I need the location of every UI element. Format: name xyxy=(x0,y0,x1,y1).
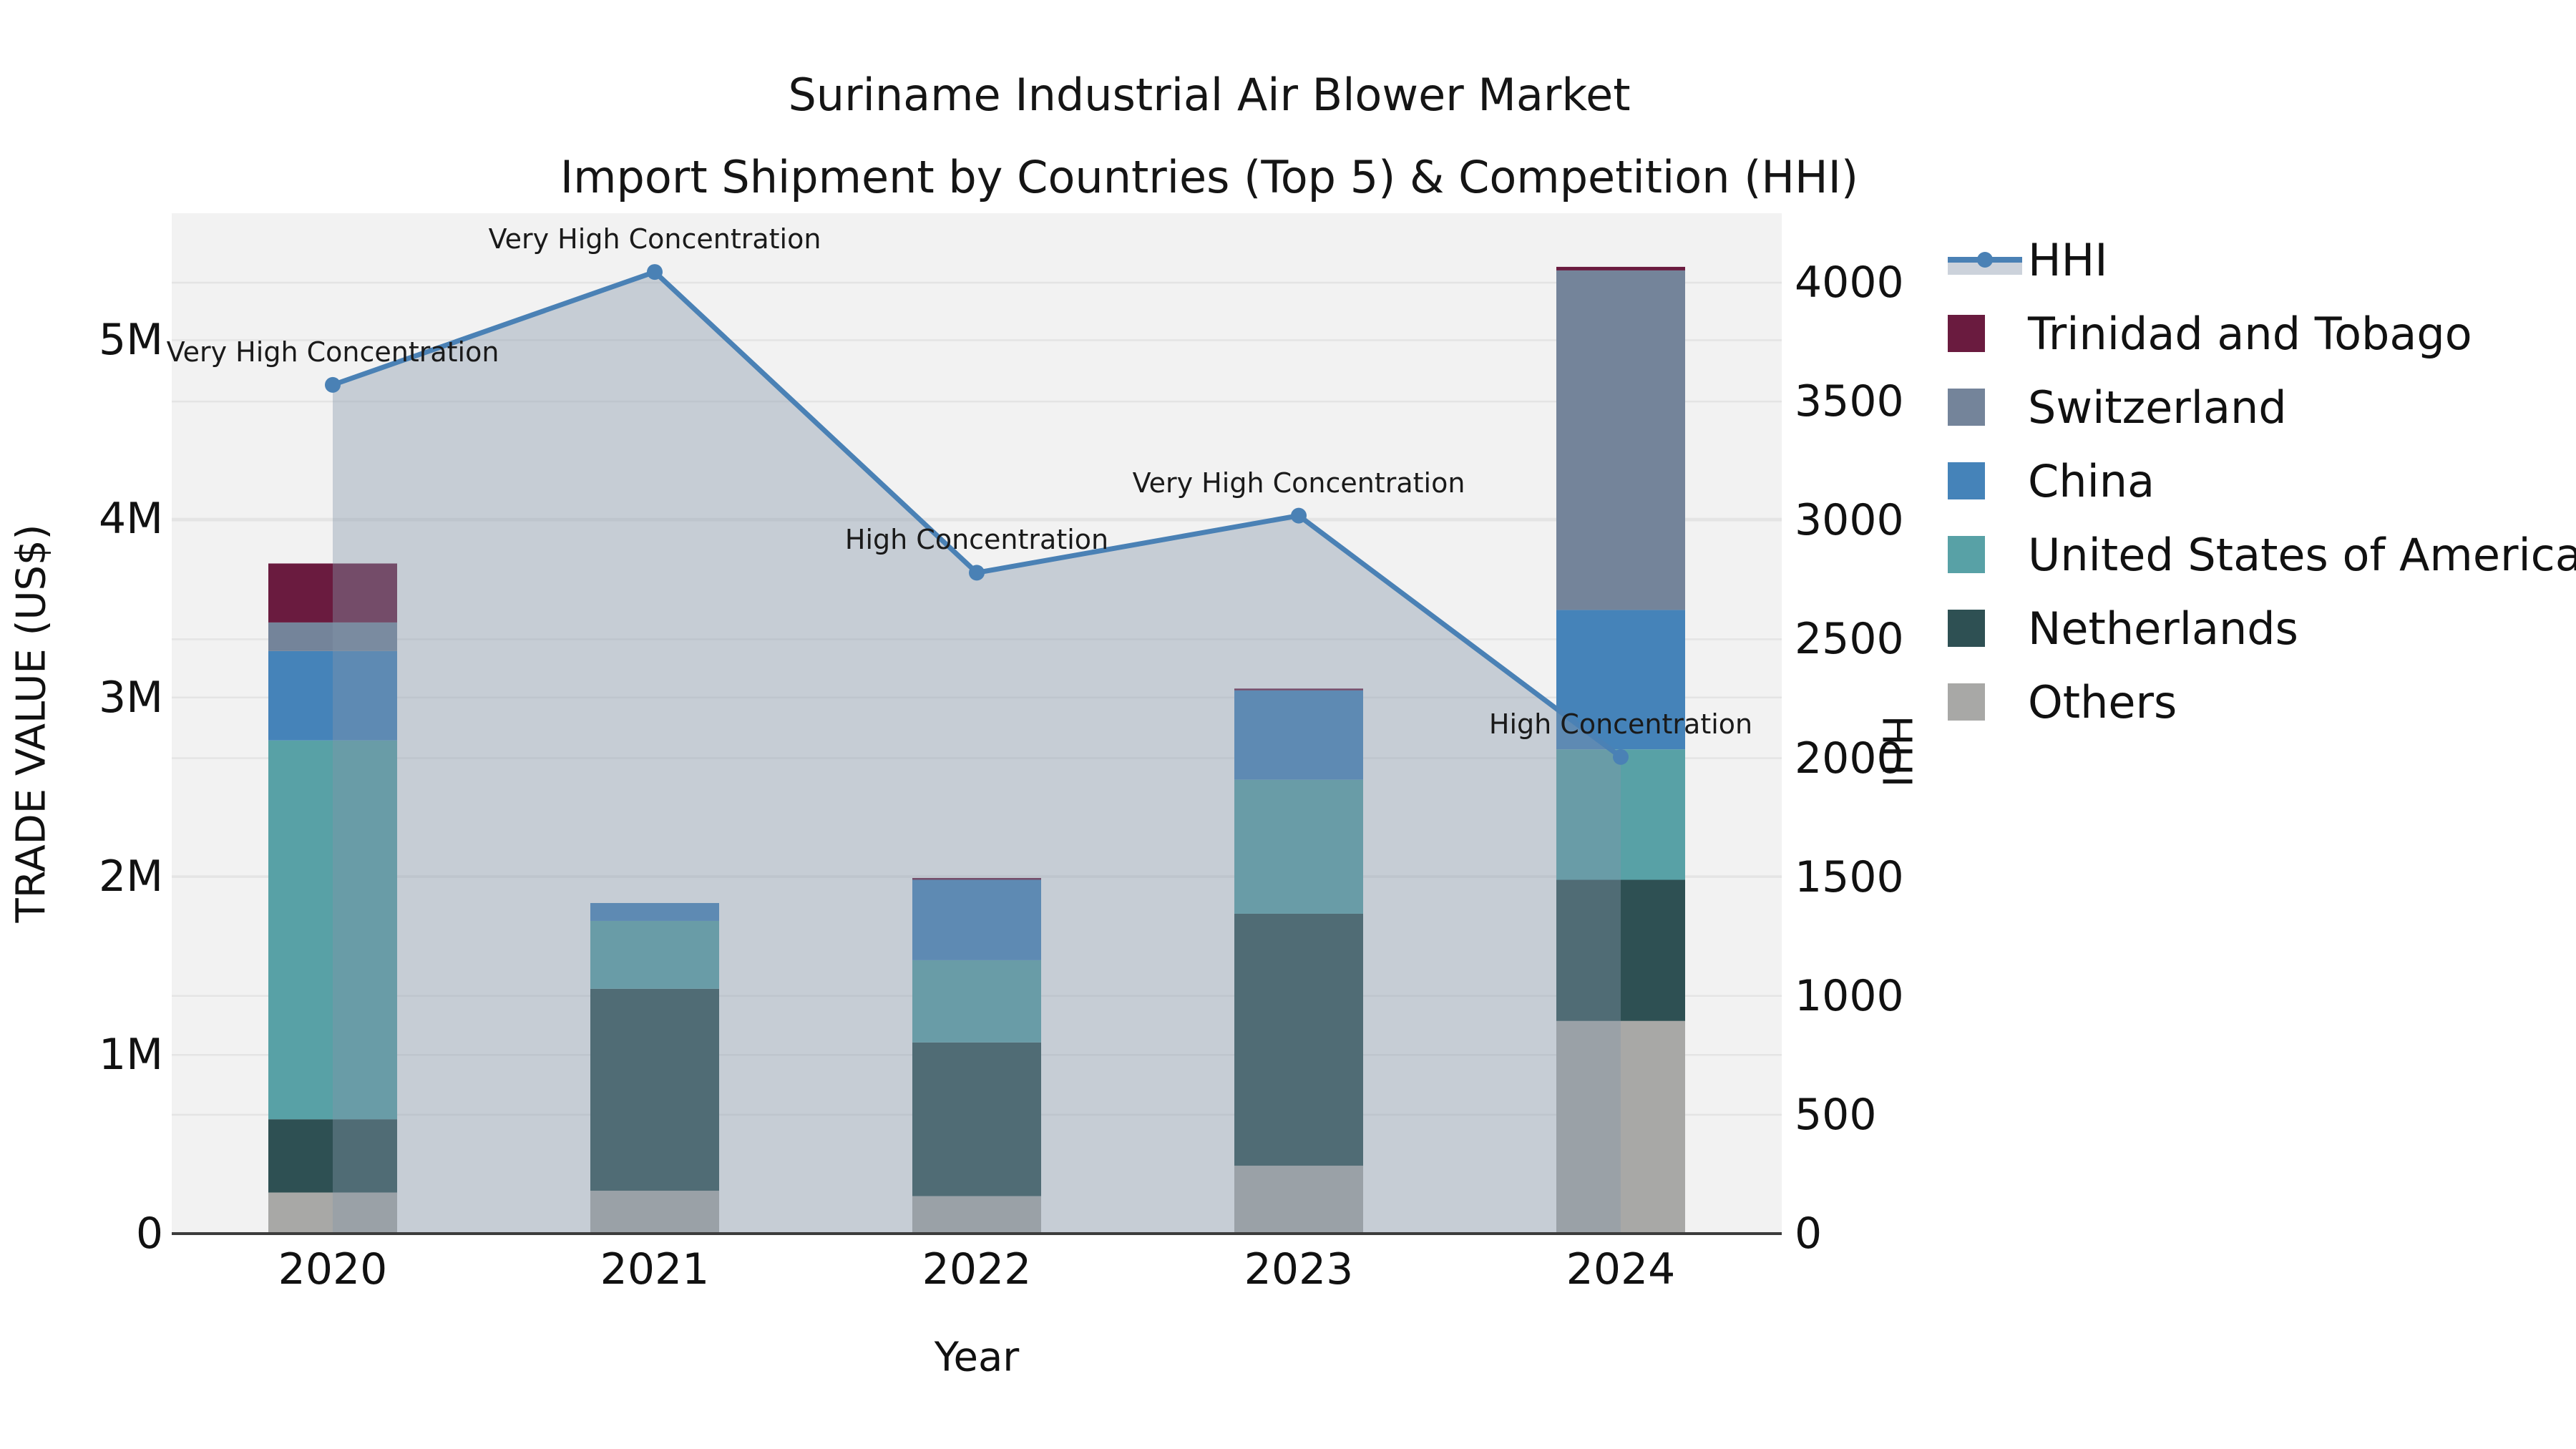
legend-swatch xyxy=(1948,536,1985,573)
legend-item-netherlands: Netherlands xyxy=(1948,602,2576,655)
hhi-marker-2020 xyxy=(325,376,341,393)
legend-swatch xyxy=(1948,315,1985,352)
legend-label: United States of America xyxy=(2028,528,2576,581)
hhi-line-swatch xyxy=(1948,241,2022,278)
legend-item-trinidad-and-tobago: Trinidad and Tobago xyxy=(1948,308,2576,360)
legend-label: Others xyxy=(2028,675,2177,728)
right-tick-0: 0 xyxy=(1795,1209,1823,1259)
legend-label: HHI xyxy=(2028,233,2108,286)
x-tick-2024: 2024 xyxy=(1566,1244,1676,1294)
hhi-marker-2023 xyxy=(1291,507,1307,524)
x-tick-2020: 2020 xyxy=(278,1244,388,1294)
right-tick-3500: 3500 xyxy=(1795,376,1904,427)
legend-swatch xyxy=(1948,389,1985,426)
annotation-2024: High Concentration xyxy=(1488,708,1753,740)
right-tick-1000: 1000 xyxy=(1795,970,1904,1021)
legend-item-switzerland: Switzerland xyxy=(1948,381,2576,434)
right-tick-2500: 2500 xyxy=(1795,614,1904,665)
right-tick-4000: 4000 xyxy=(1795,258,1904,308)
annotation-2022: High Concentration xyxy=(844,524,1109,556)
annotation-2020: Very High Concentration xyxy=(166,336,499,368)
hhi-marker-2024 xyxy=(1613,748,1629,765)
left-tick-0: 0 xyxy=(135,1209,163,1259)
left-tick-1M: 1M xyxy=(99,1030,163,1080)
legend-item-china: China xyxy=(1948,455,2576,507)
legend-swatch xyxy=(1948,610,1985,647)
annotation-2021: Very High Concentration xyxy=(488,223,821,255)
x-tick-2023: 2023 xyxy=(1244,1244,1354,1294)
legend-swatch xyxy=(1948,462,1985,499)
hhi-marker-2022 xyxy=(969,565,985,581)
legend-label: Netherlands xyxy=(2028,602,2298,655)
left-tick-5M: 5M xyxy=(99,315,163,366)
legend-swatch xyxy=(1948,683,1985,721)
legend-item-hhi: HHI xyxy=(1948,234,2576,286)
figure: Suriname Industrial Air Blower Market Im… xyxy=(0,0,2576,1449)
right-tick-500: 500 xyxy=(1795,1089,1877,1140)
left-axis-title: TRADE VALUE (US$) xyxy=(8,524,55,923)
x-axis-title: Year xyxy=(934,1334,1020,1381)
legend-label: Switzerland xyxy=(2028,381,2287,434)
bar-segment-2024-switzerland xyxy=(1556,270,1685,610)
legend-item-united-states-of-america: United States of America xyxy=(1948,529,2576,581)
legend-label: China xyxy=(2028,454,2155,507)
x-tick-2022: 2022 xyxy=(922,1244,1032,1294)
legend: HHI Trinidad and Tobago Switzerland Chin… xyxy=(1948,234,2576,753)
legend-label: Trinidad and Tobago xyxy=(2028,307,2472,360)
right-tick-1500: 1500 xyxy=(1795,852,1904,902)
hhi-marker-2021 xyxy=(647,264,663,280)
legend-item-others: Others xyxy=(1948,676,2576,728)
annotation-2023: Very High Concentration xyxy=(1132,467,1465,499)
bar-segment-2024-trinidad-and-tobago xyxy=(1556,266,1685,270)
right-tick-3000: 3000 xyxy=(1795,495,1904,546)
right-axis-title: HHI xyxy=(1873,715,1920,788)
x-tick-2021: 2021 xyxy=(600,1244,710,1294)
